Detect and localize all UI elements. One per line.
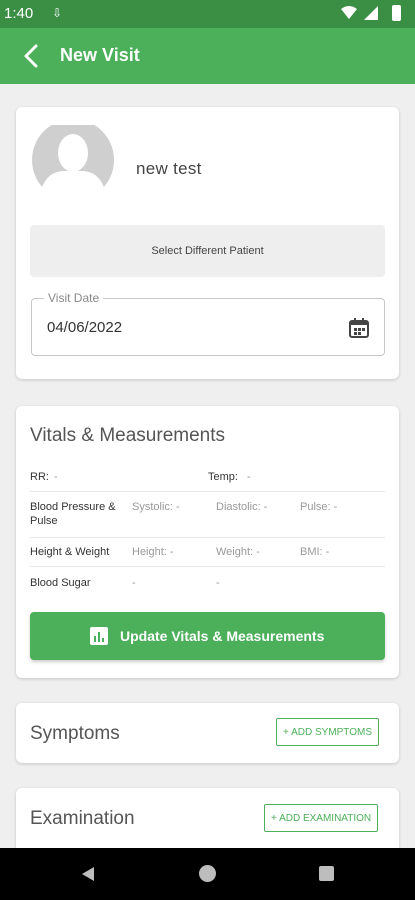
blood-sugar-value: - bbox=[132, 577, 136, 589]
pulse-value: Pulse: - bbox=[300, 501, 338, 513]
vitals-row-bp: Blood Pressure & Pulse Systolic: - Diast… bbox=[30, 501, 385, 531]
status-bar: 1:40 ⇩ bbox=[0, 0, 415, 28]
update-vitals-button[interactable]: Update Vitals & Measurements bbox=[30, 612, 385, 660]
battery-icon bbox=[392, 5, 401, 21]
divider bbox=[30, 537, 385, 538]
divider bbox=[30, 566, 385, 567]
arrow-back-icon[interactable] bbox=[16, 40, 48, 72]
update-vitals-label: Update Vitals & Measurements bbox=[120, 628, 325, 644]
app-bar: New Visit bbox=[0, 28, 415, 84]
divider bbox=[30, 491, 385, 492]
visit-date-label: Visit Date bbox=[44, 291, 104, 305]
temp-value: - bbox=[247, 471, 251, 483]
nav-home-icon[interactable] bbox=[199, 865, 216, 882]
temp-label: Temp: bbox=[208, 471, 238, 483]
add-examination-button[interactable]: + ADD EXAMINATION bbox=[264, 804, 379, 832]
add-symptoms-button[interactable]: + ADD SYMPTOMS bbox=[276, 718, 380, 746]
height-value: Height: - bbox=[132, 546, 174, 558]
blood-sugar-label: Blood Sugar bbox=[30, 577, 91, 589]
signal-icon bbox=[364, 6, 378, 20]
download-icon: ⇩ bbox=[52, 6, 63, 20]
vitals-card: Vitals & Measurements RR: - Temp: - Bloo… bbox=[16, 406, 399, 678]
status-time: 1:40 bbox=[4, 5, 34, 22]
rr-label: RR: bbox=[30, 471, 49, 483]
select-different-patient-button[interactable]: Select Different Patient bbox=[30, 225, 385, 277]
system-navigation-bar bbox=[0, 848, 415, 900]
nav-recents-icon[interactable] bbox=[319, 866, 334, 881]
nav-back-icon[interactable] bbox=[80, 866, 96, 882]
vitals-title: Vitals & Measurements bbox=[30, 425, 226, 446]
blood-sugar-value-2: - bbox=[216, 577, 220, 589]
vitals-row-sugar: Blood Sugar - - bbox=[30, 577, 385, 591]
visit-date-value: 04/06/2022 bbox=[47, 319, 123, 336]
bp-label-line1: Blood Pressure & bbox=[30, 501, 116, 513]
vitals-row-rr-temp: RR: - Temp: - bbox=[30, 471, 385, 485]
examination-title: Examination bbox=[30, 808, 135, 829]
rr-value: - bbox=[54, 471, 58, 483]
bp-label-line2: Pulse bbox=[30, 515, 58, 527]
visit-date-field[interactable]: Visit Date 04/06/2022 bbox=[31, 291, 385, 356]
systolic-value: Systolic: - bbox=[132, 501, 180, 513]
patient-name: new test bbox=[136, 159, 202, 178]
page-title: New Visit bbox=[60, 45, 140, 65]
patient-card: new test Select Different Patient Visit … bbox=[16, 107, 399, 379]
bar-chart-icon bbox=[90, 627, 108, 645]
wifi-icon bbox=[341, 6, 357, 19]
height-weight-label: Height & Weight bbox=[30, 546, 110, 558]
weight-value: Weight: - bbox=[216, 546, 260, 558]
diastolic-value: Diastolic: - bbox=[216, 501, 268, 513]
avatar bbox=[32, 125, 114, 195]
symptoms-card: Symptoms + ADD SYMPTOMS bbox=[16, 703, 399, 763]
calendar-icon[interactable] bbox=[348, 317, 370, 339]
bmi-value: BMI: - bbox=[300, 546, 330, 558]
vitals-row-hw: Height & Weight Height: - Weight: - BMI:… bbox=[30, 546, 385, 560]
symptoms-title: Symptoms bbox=[30, 723, 120, 744]
